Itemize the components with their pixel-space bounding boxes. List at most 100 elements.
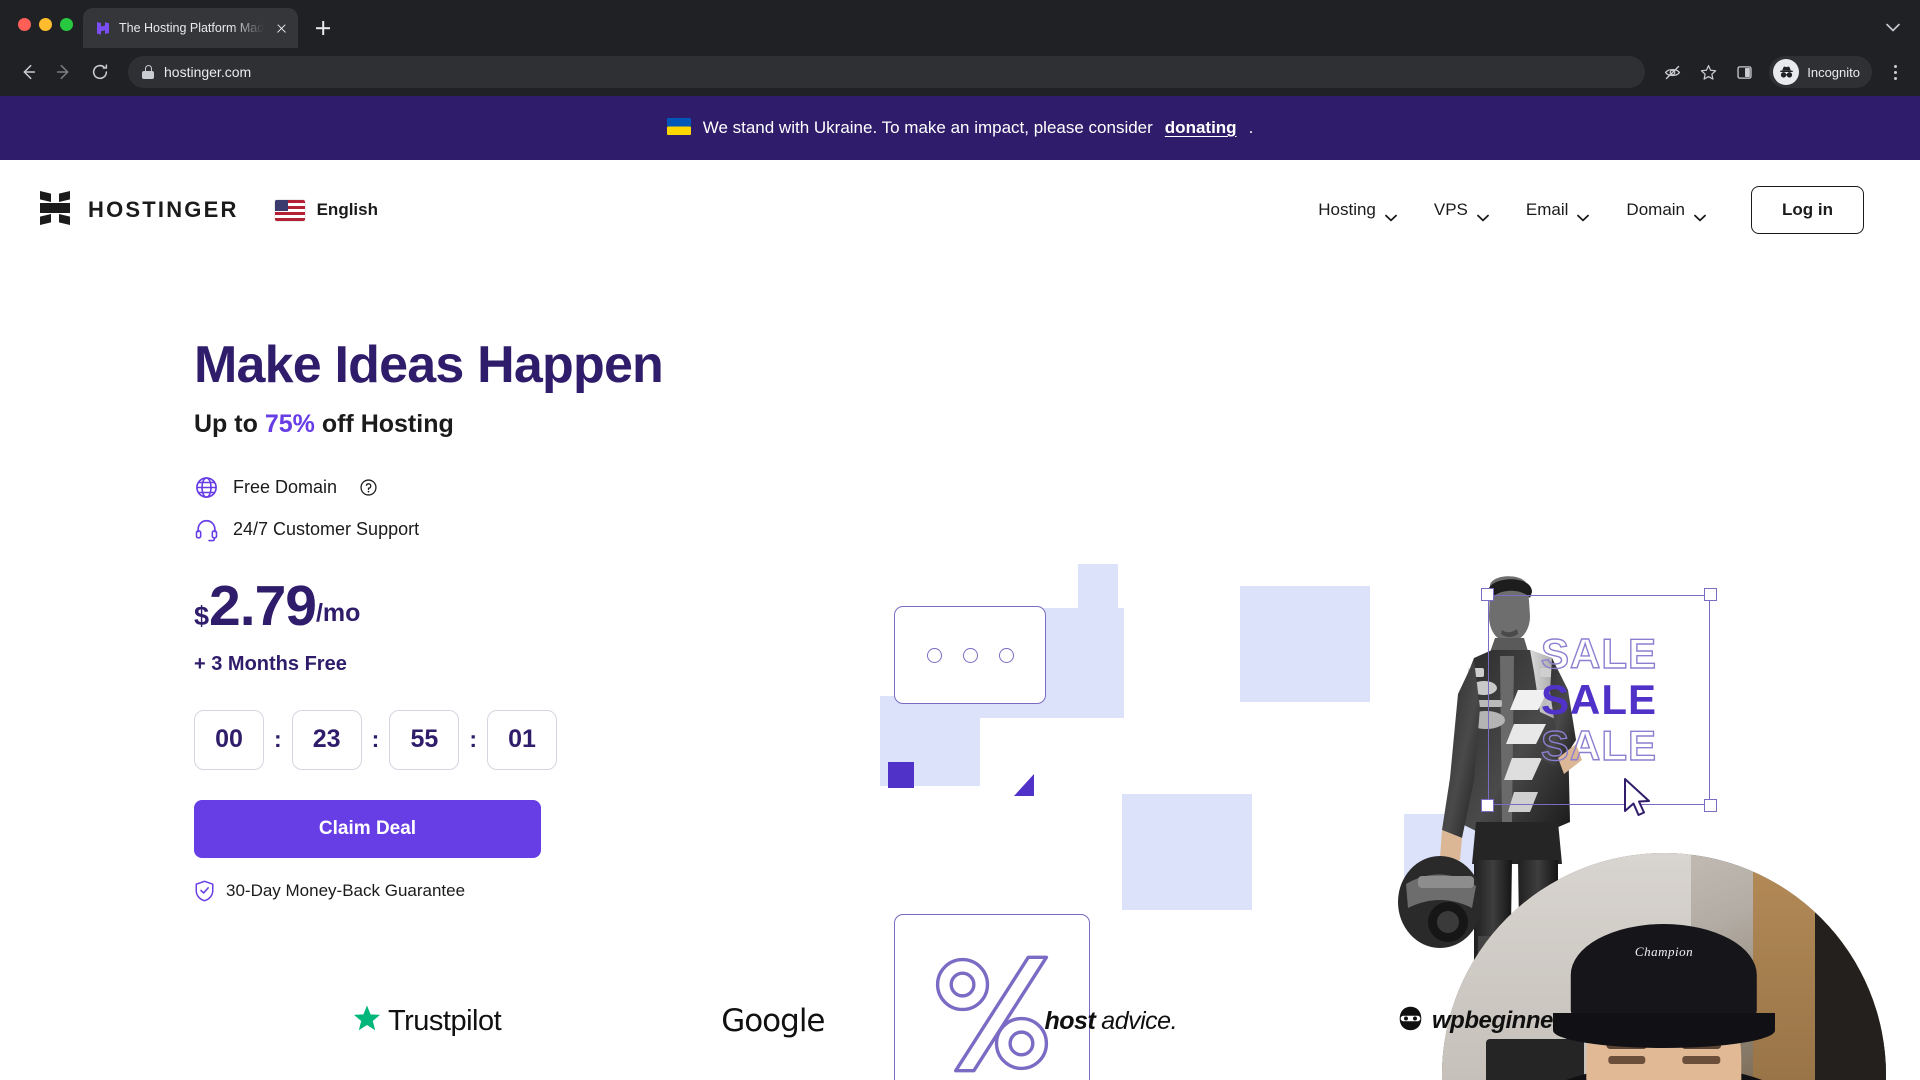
hostinger-favicon-icon	[95, 20, 111, 36]
trustpilot-star-icon	[352, 1004, 382, 1039]
trust-logos-bar: Trustpilot Google host advice. wpbeginner	[0, 962, 1920, 1080]
cursor-arrow-icon	[1622, 777, 1652, 821]
chevron-down-icon	[1694, 207, 1706, 221]
tab-search-chevron-down-icon[interactable]	[1882, 16, 1904, 38]
minimize-window-button[interactable]	[39, 17, 52, 31]
kebab-menu-icon[interactable]	[1882, 57, 1908, 87]
site-header: HOSTINGER English Hosting VPS Email Doma…	[0, 160, 1920, 260]
tab-title: The Hosting Platform Made For	[119, 21, 264, 35]
price-period: /mo	[315, 598, 361, 627]
hero-section: Make Ideas Happen Up to 75% off Hosting …	[0, 260, 1920, 1080]
sale-graphic: SALE SALE SALE	[1481, 588, 1717, 816]
decorative-square	[1122, 794, 1252, 910]
decorative-purple-square	[888, 762, 914, 788]
hostadvice-label-rest: advice.	[1101, 1006, 1178, 1035]
language-label: English	[316, 200, 378, 219]
cap-brand-text: Champion	[1634, 944, 1694, 960]
donating-link[interactable]: donating	[1165, 118, 1237, 138]
feature-customer-support: 24/7 Customer Support	[194, 517, 754, 542]
forward-arrow-icon[interactable]	[48, 56, 80, 88]
eye-slash-icon[interactable]	[1657, 57, 1687, 87]
url-text: hostinger.com	[164, 64, 252, 80]
sale-text-bottom: SALE	[1540, 722, 1657, 770]
star-icon[interactable]	[1693, 57, 1723, 87]
hostadvice-label-bold: host	[1044, 1006, 1096, 1035]
wpbeginner-label: wpbeginner	[1432, 1007, 1562, 1034]
guarantee-label: 30-Day Money-Back Guarantee	[226, 880, 466, 900]
lock-icon	[142, 65, 154, 79]
back-arrow-icon[interactable]	[12, 56, 44, 88]
login-button[interactable]: Log in	[1751, 186, 1864, 234]
google-label: Google	[721, 1003, 825, 1039]
language-selector[interactable]: English	[274, 199, 378, 221]
hostinger-logo-icon	[40, 190, 70, 230]
ukraine-flag-icon	[666, 117, 691, 139]
main-navigation: Hosting VPS Email Domain Log in	[1304, 186, 1864, 234]
trustpilot-logo: Trustpilot	[352, 1004, 502, 1039]
three-dots-card-icon	[894, 606, 1046, 704]
chevron-down-icon	[1477, 207, 1489, 221]
decorative-square	[1240, 586, 1370, 702]
money-back-guarantee: 30-Day Money-Back Guarantee	[194, 880, 754, 902]
sale-text-top: SALE	[1540, 629, 1657, 677]
wpbeginner-ninja-icon	[1397, 1005, 1424, 1037]
close-window-button[interactable]	[18, 17, 31, 31]
nav-item-hosting[interactable]: Hosting	[1304, 190, 1410, 230]
nav-label: Domain	[1626, 200, 1686, 219]
side-panel-icon[interactable]	[1729, 57, 1759, 87]
feature-label: 24/7 Customer Support	[233, 519, 420, 540]
page-title: Make Ideas Happen	[194, 336, 664, 394]
countdown-hours: 23	[291, 709, 362, 770]
sub-suffix: off Hosting	[314, 410, 454, 439]
dot-circle-icon	[962, 647, 978, 663]
close-tab-button[interactable]	[272, 19, 290, 37]
decorative-square	[1078, 564, 1118, 614]
new-tab-button[interactable]	[308, 13, 338, 43]
nav-item-domain[interactable]: Domain	[1612, 190, 1719, 230]
nav-item-email[interactable]: Email	[1512, 190, 1603, 230]
ukraine-support-banner: We stand with Ukraine. To make an impact…	[0, 96, 1920, 160]
price-display: $ 2.79 /mo	[194, 574, 754, 639]
hero-copy: Make Ideas Happen Up to 75% off Hosting …	[194, 336, 754, 902]
feature-list: Free Domain 24/7 Customer Support	[194, 475, 754, 542]
reload-icon[interactable]	[84, 56, 116, 88]
browser-window: The Hosting Platform Made For hostinger.…	[0, 0, 1920, 1080]
nav-item-vps[interactable]: VPS	[1420, 190, 1502, 230]
wpbeginner-logo: wpbeginner	[1397, 1005, 1562, 1037]
claim-deal-button[interactable]: Claim Deal	[194, 799, 541, 858]
chevron-down-icon	[1577, 207, 1590, 221]
chevron-down-icon	[1384, 207, 1397, 221]
address-bar[interactable]: hostinger.com	[128, 56, 1646, 88]
countdown-days: 00	[194, 709, 264, 770]
discount-percent: 75%	[264, 410, 315, 439]
maximize-window-button[interactable]	[60, 17, 73, 31]
incognito-icon	[1773, 59, 1800, 85]
help-circle-icon[interactable]	[359, 478, 378, 497]
banner-text: We stand with Ukraine. To make an impact…	[702, 118, 1153, 137]
shield-check-icon	[194, 880, 215, 902]
tab-strip: The Hosting Platform Made For	[0, 0, 1920, 48]
decorative-purple-triangle	[1014, 774, 1034, 796]
sale-text-stack: SALE SALE SALE	[1488, 595, 1710, 805]
sale-text-middle: SALE	[1540, 675, 1657, 723]
price-amount: 2.79	[209, 574, 317, 639]
hostinger-logo-text: HOSTINGER	[88, 197, 239, 222]
nav-label: Email	[1525, 200, 1569, 219]
countdown-separator: :	[274, 726, 282, 753]
sub-prefix: Up to	[194, 410, 265, 439]
toolbar-icon-group: Incognito	[1657, 56, 1908, 88]
brand-area: HOSTINGER English	[40, 190, 378, 230]
incognito-label: Incognito	[1807, 64, 1860, 80]
countdown-timer: 00 : 23 : 55 : 01	[194, 709, 754, 770]
price-currency: $	[194, 601, 210, 632]
hostinger-logo[interactable]: HOSTINGER	[40, 190, 239, 230]
countdown-minutes: 55	[389, 709, 460, 770]
browser-tab[interactable]: The Hosting Platform Made For	[83, 8, 298, 48]
incognito-indicator[interactable]: Incognito	[1769, 56, 1872, 88]
hostadvice-logo: host advice.	[1045, 1007, 1178, 1036]
window-controls	[14, 0, 83, 48]
nav-label: VPS	[1433, 200, 1468, 219]
globe-icon	[194, 475, 219, 500]
hero-subheadline: Up to 75% off Hosting	[194, 410, 754, 439]
feature-label: Free Domain	[233, 477, 338, 498]
